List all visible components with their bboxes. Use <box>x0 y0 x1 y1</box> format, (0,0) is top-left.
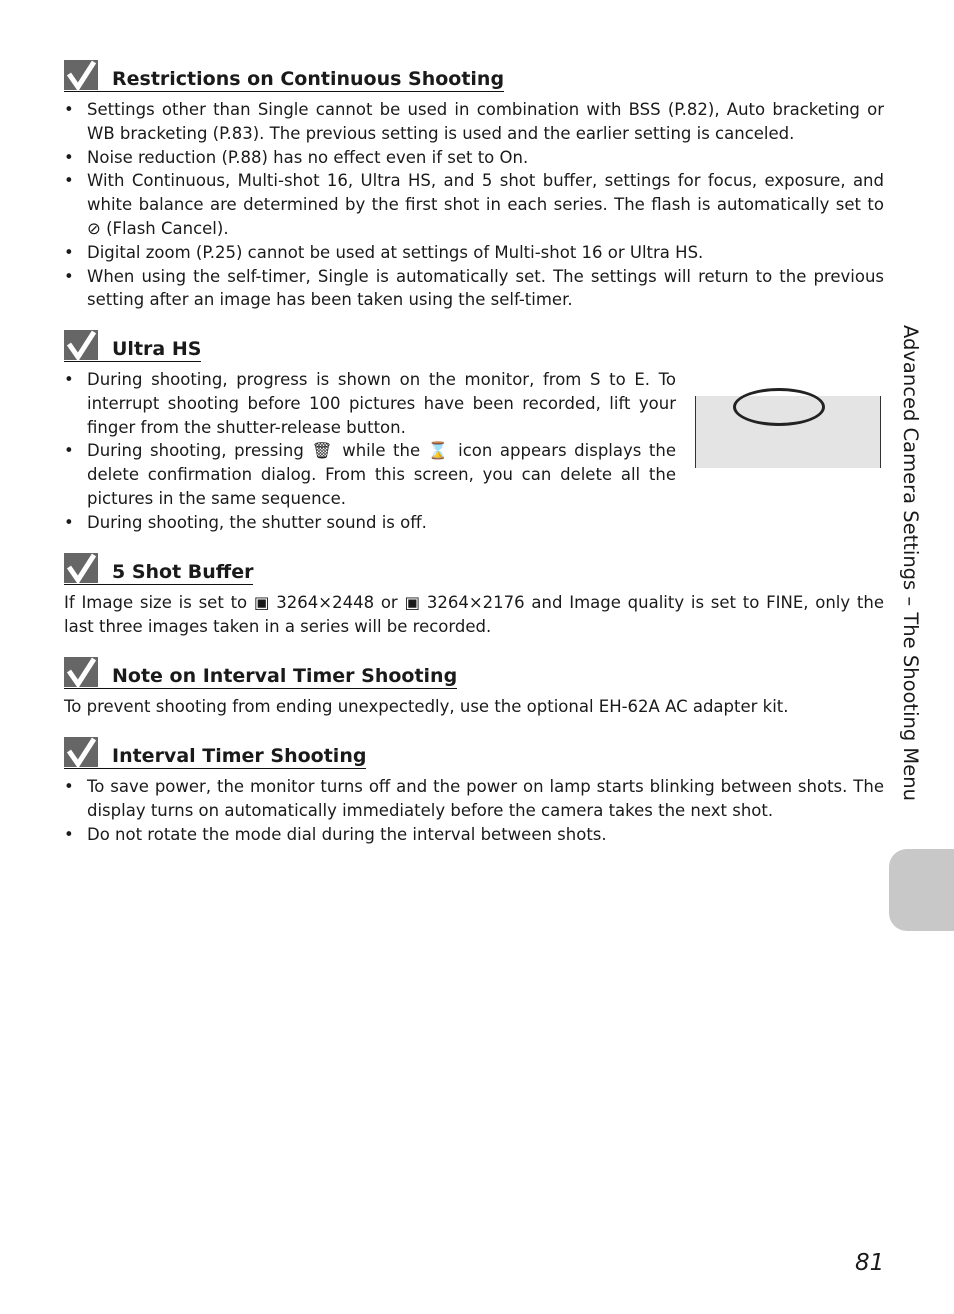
list-item: With Continuous, Multi-shot 16, Ultra HS… <box>64 169 884 240</box>
checkmark-icon <box>64 657 98 687</box>
heading-text: Interval Timer Shooting <box>112 745 367 767</box>
list-item: When using the self-timer, Single is aut… <box>64 265 884 313</box>
section-heading: 5 Shot Buffer <box>64 553 254 585</box>
checkmark-icon <box>64 553 98 583</box>
section-heading: Note on Interval Timer Shooting <box>64 657 458 689</box>
list-item: Do not rotate the mode dial during the i… <box>64 823 884 847</box>
heading-text: 5 Shot Buffer <box>112 561 254 583</box>
chapter-tab <box>889 849 954 931</box>
section-heading: Interval Timer Shooting <box>64 737 367 769</box>
side-label-text: Advanced Camera Settings – The Shooting … <box>899 325 922 801</box>
list-item: Noise reduction (P.88) has no effect eve… <box>64 146 884 170</box>
checkmark-icon <box>64 60 98 90</box>
list-item: Settings other than Single cannot be use… <box>64 98 884 146</box>
checkmark-icon <box>64 330 98 360</box>
chapter-side-label: Advanced Camera Settings – The Shooting … <box>888 325 928 835</box>
section-ultra-hs: Ultra HS During shooting, progress is sh… <box>64 330 676 535</box>
checkmark-icon <box>64 737 98 767</box>
manual-page: Restrictions on Continuous Shooting Sett… <box>0 0 954 1314</box>
heading-text: Note on Interval Timer Shooting <box>112 665 458 687</box>
section-heading: Restrictions on Continuous Shooting <box>64 60 505 92</box>
list-item: To save power, the monitor turns off and… <box>64 775 884 823</box>
section-restrictions: Restrictions on Continuous Shooting Sett… <box>64 60 884 312</box>
page-number: 81 <box>855 1250 885 1276</box>
section-5-shot-buffer: 5 Shot Buffer If Image size is set to ▣ … <box>64 553 884 639</box>
section-heading: Ultra HS <box>64 330 202 362</box>
list-item: During shooting, the shutter sound is of… <box>64 511 676 535</box>
heading-text: Ultra HS <box>112 338 202 360</box>
section-interval-note: Note on Interval Timer Shooting To preve… <box>64 657 884 719</box>
list-item: During shooting, pressing 🗑 while the ⌛ … <box>64 439 676 510</box>
section-interval-timer: Interval Timer Shooting To save power, t… <box>64 737 884 846</box>
paragraph: To prevent shooting from ending unexpect… <box>64 697 789 716</box>
paragraph: If Image size is set to ▣ 3264×2448 or ▣… <box>64 593 884 636</box>
monitor-illustration <box>695 388 881 468</box>
heading-text: Restrictions on Continuous Shooting <box>112 68 505 90</box>
progress-indicator-highlight <box>733 388 825 426</box>
list-item: Digital zoom (P.25) cannot be used at se… <box>64 241 884 265</box>
list-item: During shooting, progress is shown on th… <box>64 368 676 439</box>
